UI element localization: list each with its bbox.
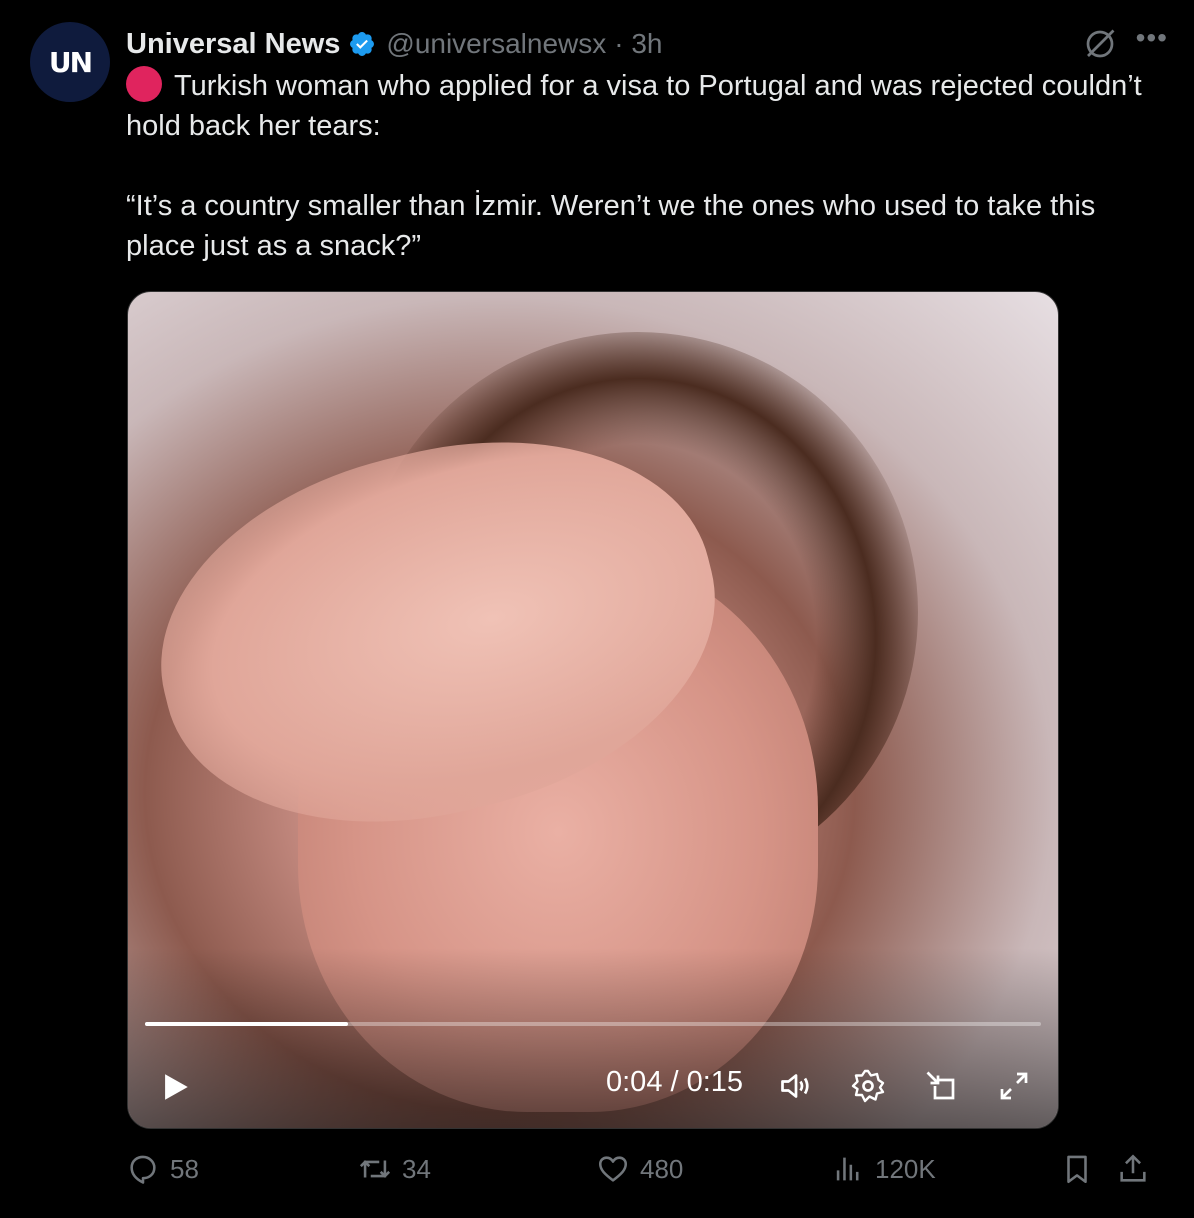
author-handle[interactable]: @universalnewsx [386,28,606,60]
repost-button[interactable]: 34 [358,1152,431,1186]
avatar-logo-text: UN [48,45,93,79]
share-icon [1120,1154,1146,1182]
video-controls-shade [128,948,1058,1128]
repost-count: 34 [402,1153,431,1184]
video-progress-bar[interactable] [145,1022,1041,1026]
repost-icon [359,1160,391,1178]
play-icon[interactable] [158,1070,192,1104]
picture-in-picture-icon[interactable] [923,1068,959,1104]
reply-button[interactable]: 58 [126,1152,199,1186]
bookmark-icon [1067,1155,1087,1184]
analytics-icon [836,1157,859,1181]
avatar[interactable]: UN [30,22,110,102]
reply-count: 58 [170,1153,199,1184]
red-circle-icon [126,66,162,102]
reply-icon [130,1155,156,1184]
post-text-line1: Turkish woman who applied for a visa to … [126,70,1150,142]
heart-icon [598,1156,628,1182]
verified-badge-icon [350,32,375,56]
like-count: 480 [640,1153,684,1184]
volume-icon[interactable] [778,1068,814,1104]
fullscreen-icon[interactable] [996,1068,1032,1104]
post-time[interactable]: · 3h [614,28,662,60]
post-text: Turkish woman who applied for a visa to … [126,66,1171,266]
grok-icon[interactable] [1082,26,1118,62]
post-actions: 58 34 480 120K [126,1152,1166,1198]
settings-icon[interactable] [850,1068,886,1104]
video-time: 0:04 / 0:15 [606,1066,744,1098]
views-button[interactable]: 120K [831,1152,936,1186]
video-progress-fill [145,1022,349,1026]
post-text-quote: “It’s a country smaller than İzmir. Were… [126,190,1104,262]
view-count: 120K [875,1153,936,1184]
video-player[interactable]: 0:04 / 0:15 [127,291,1059,1129]
post-header: Universal News @universalnewsx · 3h [126,24,1164,64]
author-name[interactable]: Universal News [126,28,340,61]
like-button[interactable]: 480 [596,1152,683,1186]
bookmark-button[interactable] [1060,1152,1104,1186]
share-button[interactable] [1116,1152,1160,1186]
more-icon[interactable]: ••• [1136,22,1168,54]
